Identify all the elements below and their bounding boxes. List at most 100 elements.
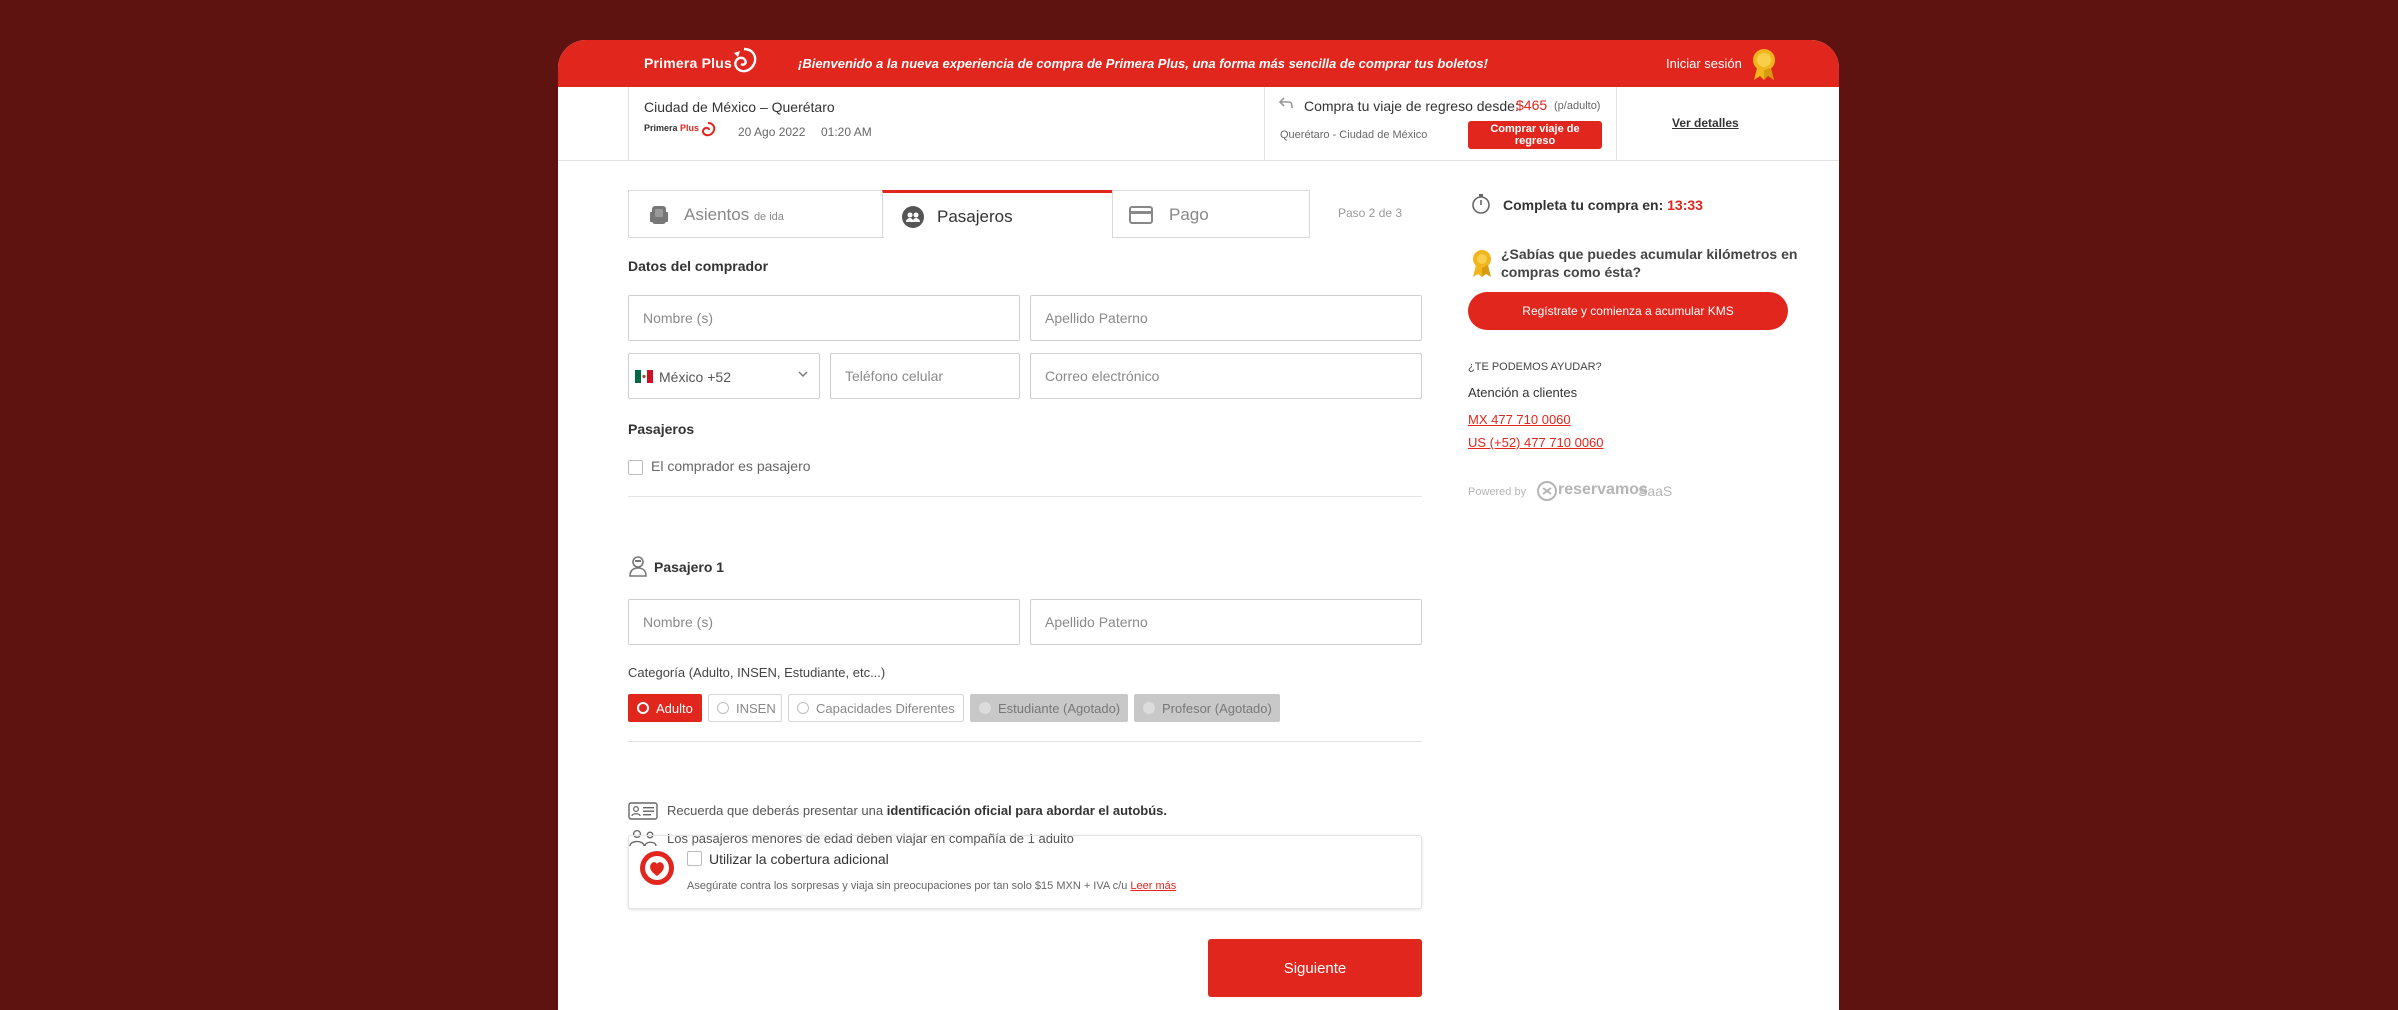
- brand-swirl-icon: [734, 47, 757, 73]
- radio-icon: [979, 702, 991, 714]
- passengers-icon: [902, 206, 924, 228]
- coverage-shield-icon: [640, 851, 674, 885]
- divider: [1616, 87, 1617, 160]
- passenger-lastname-input[interactable]: [1031, 600, 1421, 644]
- country-code-value: México +52: [659, 369, 731, 385]
- divider: [1264, 87, 1265, 160]
- passenger-icon: [629, 556, 647, 577]
- reservamos-logo-icon: [1537, 481, 1557, 501]
- trip-summary: Ciudad de México – Querétaro Primera Plu…: [558, 87, 1839, 161]
- carrier-logo: Primera Plus: [644, 123, 699, 133]
- carrier-swirl-icon: [701, 122, 716, 137]
- powered-by-label: Powered by: [1468, 486, 1527, 498]
- category-insen-label: INSEN: [736, 701, 776, 716]
- carrier-name-secondary: Plus: [680, 123, 700, 133]
- category-student-label: Estudiante (Agotado): [998, 701, 1121, 716]
- rewards-badge-icon[interactable]: [1748, 46, 1780, 82]
- timer-value: 13:33: [1667, 197, 1703, 213]
- category-disability-label: Capacidades Diferentes: [816, 701, 955, 716]
- next-button[interactable]: Siguiente: [1208, 939, 1422, 997]
- mexico-flag-icon: [635, 370, 653, 383]
- category-insen[interactable]: INSEN: [708, 694, 782, 722]
- rewards-ribbon-icon: [1473, 250, 1491, 277]
- tab-passengers[interactable]: Pasajeros: [882, 190, 1114, 237]
- buyer-section-title: Datos del comprador: [628, 258, 769, 274]
- category-student: Estudiante (Agotado): [970, 694, 1128, 722]
- return-price-unit: (p/adulto): [1554, 100, 1601, 112]
- category-adult-label: Adulto: [656, 701, 693, 716]
- reservamos-saas: SaaS: [1638, 483, 1673, 499]
- return-route: Querétaro - Ciudad de México: [1280, 129, 1428, 141]
- buyer-lastname-input[interactable]: [1031, 296, 1421, 340]
- phone-field[interactable]: [830, 353, 1020, 399]
- passenger-name-field[interactable]: [628, 599, 1020, 645]
- reservamos-brand[interactable]: reservamos: [1558, 481, 1648, 499]
- credit-card-icon: [1129, 206, 1153, 224]
- brand-logo[interactable]: Primera Plus: [644, 55, 732, 71]
- buyer-lastname-field[interactable]: [1030, 295, 1422, 341]
- passenger-lastname-field[interactable]: [1030, 599, 1422, 645]
- passenger-name-input[interactable]: [629, 600, 1019, 644]
- phone-mx-link[interactable]: MX 477 710 0060: [1468, 412, 1571, 427]
- brand-name: Primera: [644, 55, 698, 71]
- email-field[interactable]: [1030, 353, 1422, 399]
- tab-payment[interactable]: Pago: [1112, 190, 1310, 238]
- view-details-link[interactable]: Ver detalles: [1672, 116, 1739, 130]
- trip-time: 01:20 AM: [821, 125, 872, 139]
- radio-icon: [1143, 702, 1155, 714]
- radio-icon: [717, 702, 729, 714]
- buy-return-button[interactable]: Comprar viaje de regreso: [1468, 121, 1602, 149]
- tab-payment-label: Pago: [1169, 205, 1209, 224]
- checkout-card: Primera Plus ¡Bienvenido a la nueva expe…: [558, 40, 1839, 1010]
- buyer-name-field[interactable]: [628, 295, 1020, 341]
- tab-seats[interactable]: Asientos de ida: [628, 190, 884, 238]
- coverage-title: Utilizar la cobertura adicional: [709, 851, 889, 867]
- login-link[interactable]: Iniciar sesión: [1666, 56, 1742, 71]
- trip-date: 20 Ago 2022: [738, 125, 806, 139]
- divider: [628, 496, 1422, 497]
- tab-seats-text: Asientos: [684, 205, 750, 224]
- return-price: $465: [1516, 97, 1548, 113]
- return-arrow-icon: [1278, 97, 1293, 108]
- email-input[interactable]: [1031, 354, 1421, 398]
- coverage-description: Asegúrate contra los sorpresas y viaja s…: [687, 880, 1176, 892]
- buyer-is-passenger-label: El comprador es pasajero: [651, 458, 811, 474]
- timer: Completa tu compra en: 13:33: [1503, 197, 1703, 213]
- tab-passengers-label: Pasajeros: [937, 207, 1013, 226]
- id-reminder-bold: identificación oficial para abordar el a…: [886, 803, 1167, 818]
- tab-seats-label: Asientos de ida: [684, 205, 784, 225]
- stopwatch-icon: [1472, 194, 1490, 214]
- category-label: Categoría (Adulto, INSEN, Estudiante, et…: [628, 665, 886, 680]
- register-button[interactable]: Regístrate y comienza a acumular KMS: [1468, 292, 1788, 330]
- category-teacher-label: Profesor (Agotado): [1162, 701, 1272, 716]
- phone-input[interactable]: [831, 354, 1019, 398]
- chevron-down-icon: [798, 371, 808, 377]
- category-adult[interactable]: Adulto: [628, 694, 702, 722]
- help-title: ¿TE PODEMOS AYUDAR?: [1468, 361, 1602, 373]
- passenger-1-title: Pasajero 1: [654, 559, 725, 575]
- read-more-link[interactable]: Leer más: [1130, 880, 1176, 892]
- timer-label: Completa tu compra en:: [1503, 197, 1664, 213]
- return-prompt: Compra tu viaje de regreso desde:: [1304, 98, 1519, 114]
- category-disability[interactable]: Capacidades Diferentes: [788, 694, 964, 722]
- id-reminder: Recuerda que deberás presentar una ident…: [667, 803, 1167, 818]
- divider: [628, 87, 629, 160]
- checkout-steps: Asientos de ida Pasajeros Pago: [628, 190, 1310, 238]
- header-bar: Primera Plus ¡Bienvenido a la nueva expe…: [558, 40, 1839, 87]
- coverage-checkbox[interactable]: [687, 851, 702, 866]
- km-promo-text: ¿Sabías que puedes acumular kilómetros e…: [1501, 246, 1798, 280]
- coverage-description-text: Asegúrate contra los sorpresas y viaja s…: [687, 880, 1128, 892]
- buyer-name-input[interactable]: [629, 296, 1019, 340]
- welcome-message: ¡Bienvenido a la nueva experiencia de co…: [798, 56, 1488, 71]
- buyer-is-passenger-checkbox[interactable]: [628, 460, 643, 475]
- country-code-select[interactable]: México +52: [628, 353, 820, 399]
- divider: [628, 741, 1422, 742]
- id-reminder-text: Recuerda que deberás presentar una: [667, 803, 884, 818]
- step-indicator: Paso 2 de 3: [1338, 206, 1403, 220]
- phone-us-link[interactable]: US (+52) 477 710 0060: [1468, 435, 1604, 450]
- passengers-section-title: Pasajeros: [628, 421, 695, 437]
- id-card-icon: [628, 802, 658, 820]
- tab-seats-sub: de ida: [753, 211, 784, 223]
- seat-icon: [650, 206, 668, 224]
- customer-service-label: Atención a clientes: [1468, 385, 1578, 400]
